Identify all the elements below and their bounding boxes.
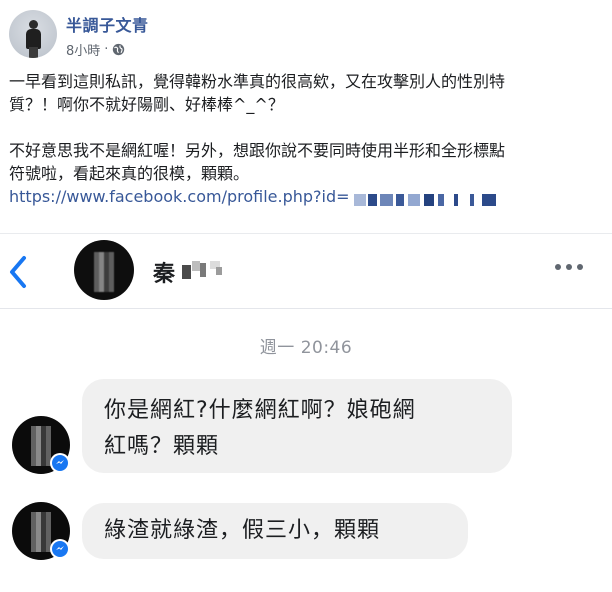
- blurred-face: [31, 512, 51, 552]
- message-text-line: 綠渣就綠渣，假三小，顆顆: [104, 518, 381, 543]
- profile-link[interactable]: https://www.facebook.com/profile.php?id=: [9, 187, 350, 206]
- message-text-line: 紅嗎？顆顆: [104, 434, 220, 459]
- messenger-badge: [50, 539, 70, 559]
- messenger-icon: [56, 546, 64, 550]
- blurred-face: [31, 426, 51, 466]
- author-name[interactable]: 半調子文青: [66, 12, 149, 36]
- contact-name: 秦: [153, 262, 176, 287]
- globe-icon[interactable]: [112, 43, 125, 56]
- post-text-line: 符號啦，看起來真的很模，顆顆。: [9, 164, 250, 183]
- profile-link-line: https://www.facebook.com/profile.php?id=: [9, 185, 605, 208]
- messenger-header: 秦: [0, 233, 612, 309]
- contact-avatar[interactable]: [74, 240, 134, 300]
- post-text-line: 不好意思我不是網紅喔！另外，想跟你說不要同時使用半形和全形標點: [9, 141, 506, 160]
- avatar-figure-body: [26, 29, 41, 49]
- message-bubble[interactable]: 綠渣就綠渣，假三小，顆顆: [82, 503, 468, 559]
- pixelated-link-id: [353, 191, 504, 206]
- post-meta: 8小時 ·: [66, 40, 125, 59]
- avatar-figure-head: [29, 20, 38, 29]
- avatar-figure-legs: [29, 47, 38, 58]
- blurred-face: [94, 252, 114, 292]
- chevron-left-icon[interactable]: [4, 252, 34, 292]
- pixelated-name: [182, 261, 232, 281]
- meta-separator: ·: [104, 42, 109, 57]
- more-dots-icon[interactable]: [554, 262, 584, 272]
- messenger-icon: [56, 460, 64, 464]
- message-timestamp: 週一 20:46: [259, 338, 353, 358]
- post-text-line: 一早看到這則私訊，覺得韓粉水準真的很高欸，又在攻擊別人的性別特: [9, 72, 506, 91]
- message-bubble[interactable]: 你是網紅?什麼網紅啊？娘砲網 紅嗎？顆顆: [82, 379, 512, 473]
- message-text-line: 你是網紅?什麼網紅啊？娘砲網: [104, 398, 416, 423]
- post-time[interactable]: 8小時: [66, 40, 100, 59]
- post-header: 半調子文青 8小時 ·: [0, 0, 612, 66]
- messenger-badge: [50, 453, 70, 473]
- post-body: 一早看到這則私訊，覺得韓粉水準真的很高欸，又在攻擊別人的性別特 質？！啊你不就好…: [9, 70, 605, 208]
- author-avatar[interactable]: [9, 10, 57, 58]
- post-text-line: 質？！啊你不就好陽剛、好棒棒^_^？: [9, 95, 284, 114]
